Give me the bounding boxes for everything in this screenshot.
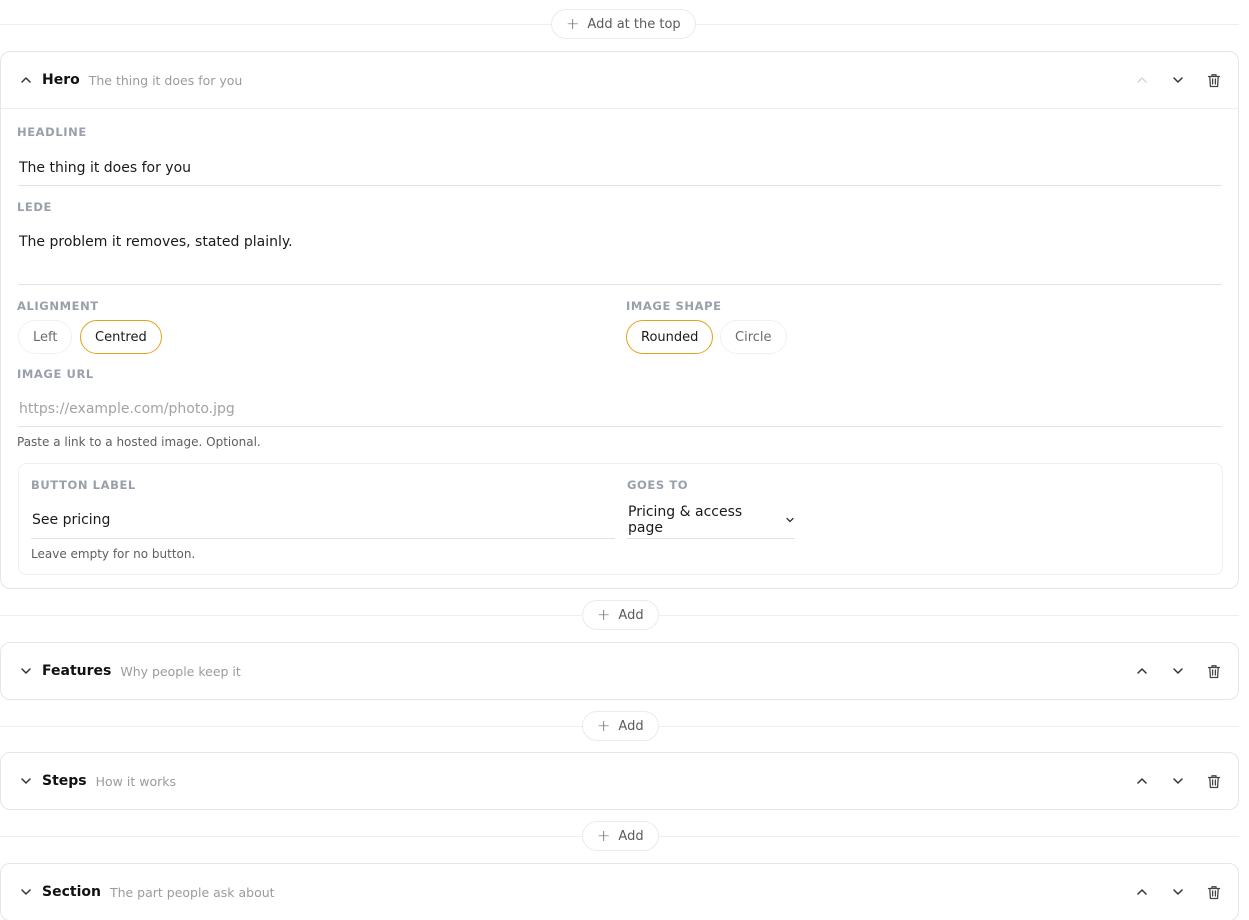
section-subtitle: The thing it does for you [88, 72, 243, 88]
button-settings-card: Button label Leave empty for no button. … [18, 463, 1223, 575]
goes-to-value: Pricing & access page [628, 504, 743, 536]
add-section-row: + Add [0, 600, 1239, 630]
hero-section-body: Headline Lede The problem it removes, st… [1, 108, 1238, 588]
add-section-button[interactable]: + Add [582, 600, 659, 630]
image-url-input[interactable] [18, 392, 1222, 427]
goes-to-label: Goes to [627, 478, 689, 492]
plus-icon: + [597, 605, 611, 624]
hero-section-card: Hero The thing it does for you Headline … [0, 51, 1239, 589]
move-down-icon[interactable] [1170, 884, 1186, 900]
chevron-down-icon [785, 515, 795, 525]
section-subtitle: Why people keep it [120, 663, 241, 679]
alignment-label: Alignment [17, 299, 99, 313]
add-label: Add [618, 828, 644, 844]
trash-icon[interactable] [1206, 663, 1222, 679]
section-subtitle: The part people ask about [109, 884, 275, 900]
section-actions [1134, 773, 1222, 789]
section-subtitle: How it works [95, 773, 176, 789]
move-up-icon[interactable] [1134, 773, 1150, 789]
add-label: Add [618, 718, 644, 734]
add-at-top-label: Add at the top [587, 16, 681, 32]
generic-section-card: Section The part people ask about [0, 863, 1239, 920]
chevron-down-icon[interactable] [19, 774, 33, 788]
features-section-card: Features Why people keep it [0, 642, 1239, 700]
chevron-up-icon[interactable] [19, 73, 33, 87]
plus-icon: + [597, 716, 611, 735]
trash-icon[interactable] [1206, 773, 1222, 789]
image-url-hint: Paste a link to a hosted image. Optional… [17, 435, 261, 449]
add-at-top-button[interactable]: + Add at the top [551, 9, 696, 39]
section-header[interactable]: Section The part people ask about [1, 864, 1238, 920]
section-title: Steps [42, 773, 87, 789]
add-label: Add [618, 607, 644, 623]
alignment-centred-option[interactable]: Centred [80, 320, 162, 354]
headline-input[interactable] [18, 151, 1222, 186]
chevron-down-icon[interactable] [19, 885, 33, 899]
section-actions [1134, 72, 1222, 88]
plus-icon: + [566, 14, 580, 33]
add-at-top-row: + Add at the top [0, 9, 1239, 39]
image-shape-label: Image shape [626, 299, 722, 313]
add-section-row: + Add [0, 821, 1239, 851]
trash-icon[interactable] [1206, 884, 1222, 900]
image-url-label: Image URL [17, 367, 94, 381]
lede-label: Lede [17, 200, 52, 214]
chevron-down-icon[interactable] [19, 664, 33, 678]
section-actions [1134, 884, 1222, 900]
pill-label: Left [33, 329, 58, 345]
section-title: Features [42, 663, 112, 679]
button-label-label: Button label [31, 478, 136, 492]
section-header[interactable]: Steps How it works [1, 753, 1238, 809]
move-up-icon[interactable] [1134, 72, 1150, 88]
image-shape-circle-option[interactable]: Circle [720, 320, 787, 354]
button-label-hint: Leave empty for no button. [31, 547, 196, 561]
lede-textarea[interactable]: The problem it removes, stated plainly. [18, 234, 1222, 285]
move-up-icon[interactable] [1134, 663, 1150, 679]
image-shape-rounded-option[interactable]: Rounded [626, 320, 714, 354]
add-section-button[interactable]: + Add [582, 821, 659, 851]
headline-label: Headline [17, 125, 87, 139]
add-section-button[interactable]: + Add [582, 711, 659, 741]
pill-label: Rounded [641, 329, 699, 345]
pill-label: Centred [95, 329, 147, 345]
steps-section-card: Steps How it works [0, 752, 1239, 810]
section-actions [1134, 663, 1222, 679]
trash-icon[interactable] [1206, 72, 1222, 88]
move-up-icon[interactable] [1134, 884, 1150, 900]
move-down-icon[interactable] [1170, 72, 1186, 88]
hero-section-header[interactable]: Hero The thing it does for you [1, 52, 1238, 108]
alignment-left-option[interactable]: Left [18, 320, 73, 354]
move-down-icon[interactable] [1170, 773, 1186, 789]
move-down-icon[interactable] [1170, 663, 1186, 679]
goes-to-select[interactable]: Pricing & access page [627, 502, 795, 539]
section-header[interactable]: Features Why people keep it [1, 643, 1238, 699]
plus-icon: + [597, 826, 611, 845]
section-title: Hero [42, 72, 80, 88]
add-section-row: + Add [0, 711, 1239, 741]
button-label-input[interactable] [31, 502, 615, 539]
pill-label: Circle [735, 329, 772, 345]
section-title: Section [42, 884, 101, 900]
